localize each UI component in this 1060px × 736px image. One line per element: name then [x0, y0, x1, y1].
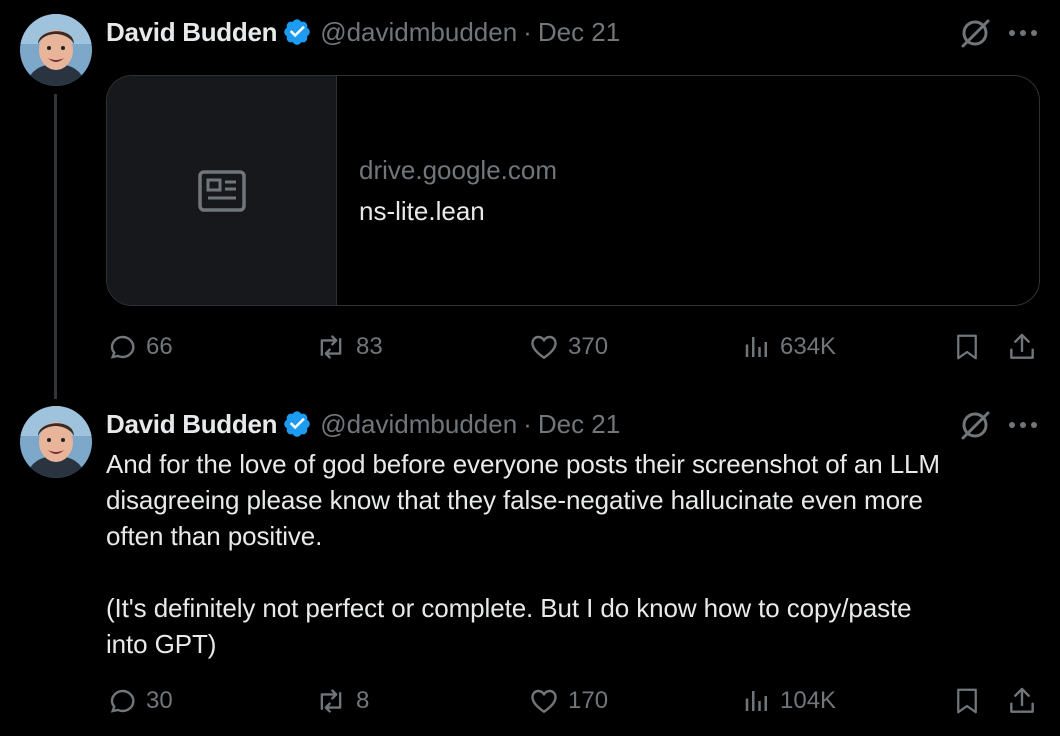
- tweet-text-line: often than positive.: [106, 521, 323, 551]
- reply-icon: [110, 689, 135, 713]
- article-icon: [197, 169, 246, 212]
- tweet-date[interactable]: Dec 21: [538, 17, 620, 48]
- reply-count: 66: [146, 333, 173, 360]
- author-name[interactable]: David Budden: [106, 409, 278, 440]
- reply-icon: [110, 335, 135, 359]
- author-handle[interactable]: @davidmbudden: [320, 409, 517, 440]
- bookmark-icon[interactable]: [952, 331, 982, 363]
- tweet-actions: 66 83 370 634K: [106, 327, 1040, 367]
- retweet-button[interactable]: 83: [314, 327, 383, 367]
- views-count: 634K: [780, 333, 837, 360]
- tweet-text-line: into GPT): [106, 629, 217, 659]
- separator-dot: ·: [523, 16, 532, 47]
- retweet-count: 83: [356, 333, 383, 360]
- tweet-text-line: disagreeing please know that they false-…: [106, 485, 923, 515]
- more-options-icon[interactable]: [1008, 28, 1038, 38]
- heart-icon: [531, 335, 557, 360]
- tweet-text-line: (It's definitely not perfect or complete…: [106, 593, 912, 623]
- views-button[interactable]: 634K: [742, 327, 836, 367]
- grok-icon[interactable]: [958, 408, 992, 442]
- avatar-image: [20, 14, 92, 86]
- heart-icon: [531, 689, 557, 714]
- more-options-icon[interactable]: [1008, 420, 1038, 430]
- link-card-title: ns-lite.lean: [359, 196, 485, 226]
- like-count: 370: [568, 333, 609, 360]
- avatar-image: [20, 406, 92, 478]
- tweet-text-line: And for the love of god before everyone …: [106, 449, 940, 479]
- views-button[interactable]: 104K: [742, 681, 836, 721]
- grok-icon[interactable]: [958, 16, 992, 50]
- thread-connector-line: [54, 94, 57, 399]
- retweet-button[interactable]: 8: [314, 681, 369, 721]
- tweet-header: David Budden @davidmbudden · Dec 21: [106, 14, 620, 50]
- author-handle[interactable]: @davidmbudden: [320, 17, 517, 48]
- verified-badge-icon: [284, 19, 311, 45]
- verified-badge-icon: [284, 411, 311, 437]
- like-count: 170: [568, 687, 609, 714]
- retweet-icon: [320, 689, 342, 713]
- retweet-icon: [320, 335, 342, 359]
- tweet-header: David Budden @davidmbudden · Dec 21: [106, 406, 620, 442]
- link-card-thumbnail: [107, 76, 337, 305]
- reply-button[interactable]: 30: [106, 681, 173, 721]
- reply-count: 30: [146, 687, 173, 714]
- like-button[interactable]: 370: [528, 327, 608, 367]
- author-name[interactable]: David Budden: [106, 17, 278, 48]
- reply-button[interactable]: 66: [106, 327, 173, 367]
- views-chart-icon: [745, 691, 767, 711]
- share-icon[interactable]: [1006, 685, 1038, 717]
- bookmark-icon[interactable]: [952, 685, 982, 717]
- separator-dot: ·: [523, 408, 532, 439]
- avatar[interactable]: [20, 14, 92, 86]
- avatar[interactable]: [20, 406, 92, 478]
- tweet-actions: 30 8 170 104K: [106, 681, 1040, 721]
- views-count: 104K: [780, 687, 837, 714]
- retweet-count: 8: [356, 687, 370, 714]
- share-icon[interactable]: [1006, 331, 1038, 363]
- like-button[interactable]: 170: [528, 681, 608, 721]
- tweet-text: And for the love of god before everyone …: [106, 446, 1026, 662]
- link-card[interactable]: drive.google.com ns-lite.lean: [106, 75, 1040, 306]
- tweet-date[interactable]: Dec 21: [538, 409, 620, 440]
- views-chart-icon: [745, 337, 767, 357]
- link-card-domain: drive.google.com: [359, 155, 557, 185]
